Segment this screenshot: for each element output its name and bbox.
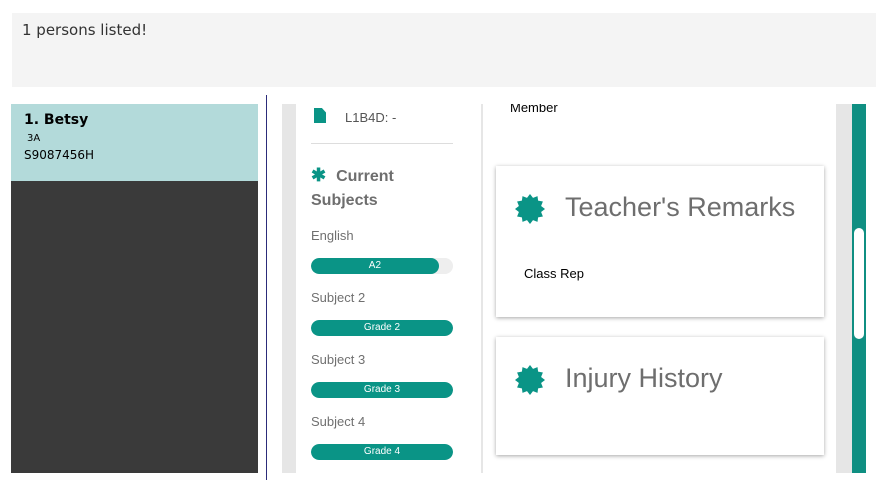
person-list-panel: 1. Betsy 3A S9087456H	[11, 104, 258, 473]
person-class: 3A	[27, 133, 41, 144]
asterisk-icon: ✱	[311, 165, 327, 185]
scrollbar-thumb[interactable]	[854, 228, 864, 339]
injury-history-title: Injury History	[565, 363, 723, 393]
grade-progress-fill: A2	[311, 258, 439, 274]
grade-progress-fill: Grade 4	[311, 444, 453, 460]
l1b4d-field: L1B4D: -	[345, 110, 397, 125]
panel-divider	[266, 95, 267, 480]
teacher-remarks-title: Teacher's Remarks	[565, 192, 796, 222]
grade-progress-bar: Grade 3	[311, 382, 453, 398]
teacher-remarks-text: Class Rep	[524, 266, 584, 281]
person-list-item[interactable]: 1. Betsy 3A S9087456H	[11, 104, 258, 181]
injury-history-card: Injury History	[496, 337, 824, 455]
grade-progress-fill: Grade 3	[311, 382, 453, 398]
subjects-heading: ✱ Current Subjects	[311, 163, 451, 213]
result-message: 1 persons listed!	[22, 21, 148, 39]
subject-name: Subject 3	[311, 352, 366, 367]
grade-progress-bar: A2	[311, 258, 453, 274]
grade-progress-bar: Grade 4	[311, 444, 453, 460]
subject-name: English	[311, 228, 354, 243]
details-scroll-pane[interactable]: Member Teacher's Remarks Class Rep Injur…	[483, 104, 836, 473]
grade-progress-fill: Grade 2	[311, 320, 453, 336]
document-icon	[314, 108, 326, 123]
subject-name: Subject 4	[311, 414, 366, 429]
separator	[311, 143, 453, 144]
teacher-remarks-card: Teacher's Remarks Class Rep	[496, 166, 824, 317]
subjects-card: L1B4D: - ✱ Current Subjects English A2 Su…	[296, 104, 467, 473]
member-text: Member	[510, 104, 558, 115]
result-display: 1 persons listed!	[12, 13, 876, 87]
person-id: S9087456H	[24, 148, 95, 162]
grade-progress-bar: Grade 2	[311, 320, 453, 336]
badge-icon	[515, 194, 545, 224]
subject-name: Subject 2	[311, 290, 366, 305]
person-name: 1. Betsy	[24, 112, 89, 128]
badge-icon	[515, 365, 545, 395]
